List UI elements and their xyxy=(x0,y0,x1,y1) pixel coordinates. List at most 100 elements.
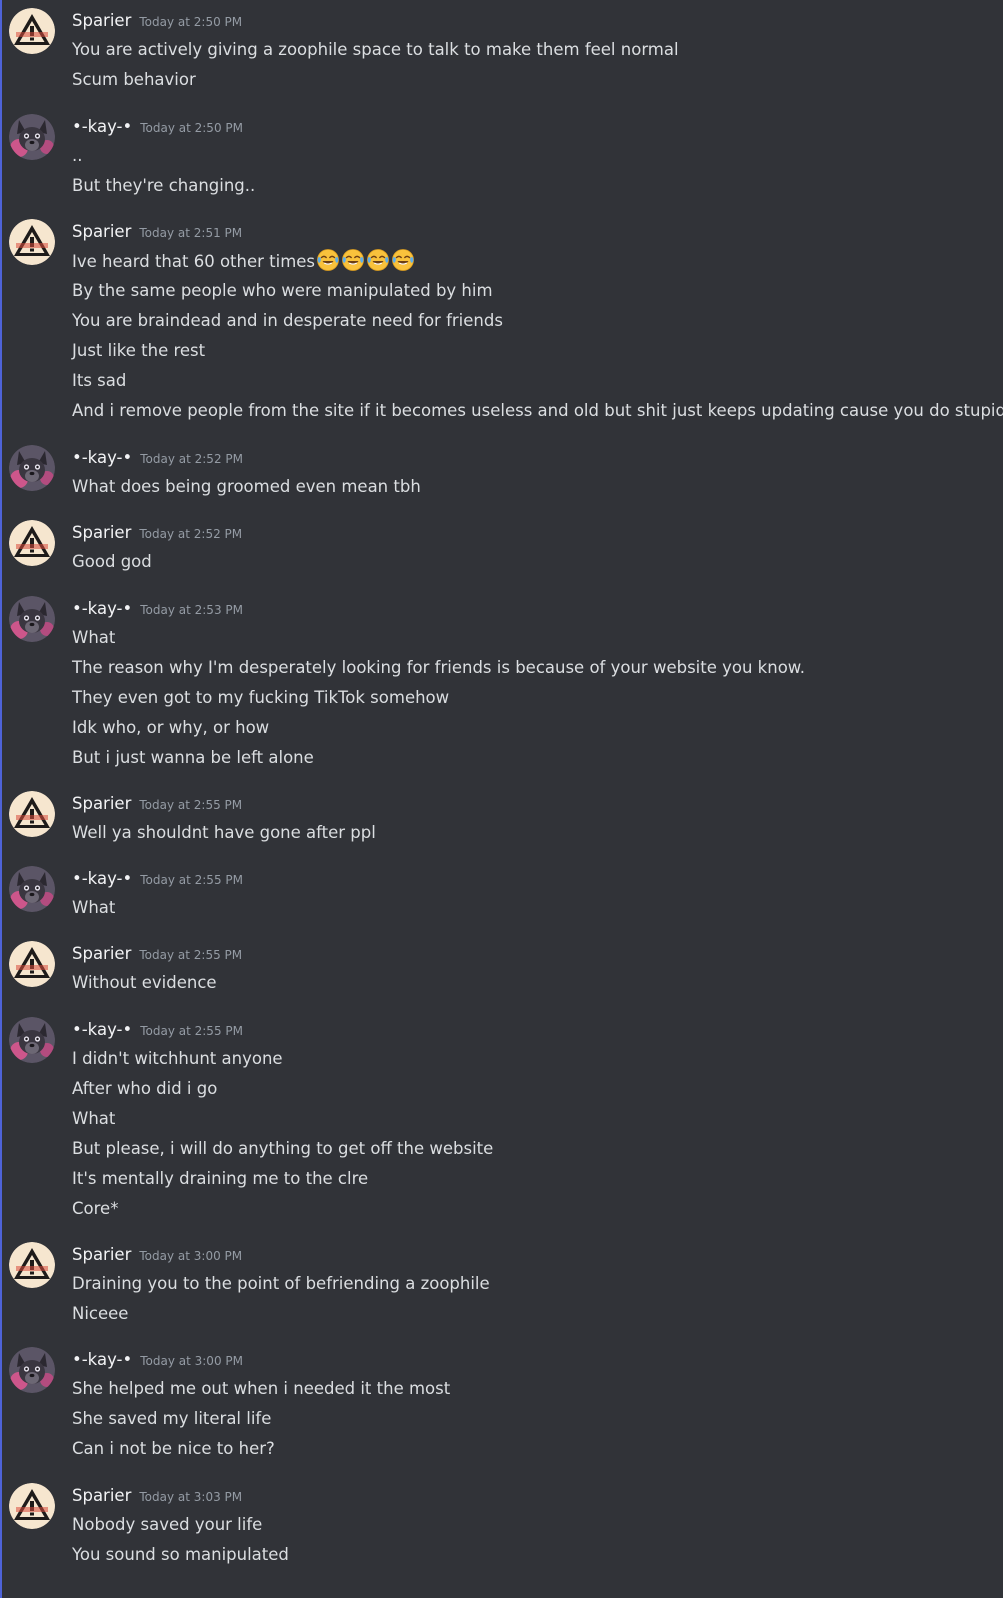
message-line: What xyxy=(72,1106,992,1136)
author-name[interactable]: Sparier xyxy=(72,11,131,30)
message-text: And i remove people from the site if it … xyxy=(72,401,1003,420)
wolf-avatar-icon[interactable] xyxy=(9,866,55,912)
message-line: She saved my literal life xyxy=(72,1406,992,1436)
message-text: She saved my literal life xyxy=(72,1409,272,1428)
message-timestamp: Today at 3:03 PM xyxy=(139,1490,243,1504)
message-line: Niceee xyxy=(72,1301,992,1331)
message-line: She helped me out when i needed it the m… xyxy=(72,1376,992,1406)
message-text: Just like the rest xyxy=(72,341,206,360)
message-body: She helped me out when i needed it the m… xyxy=(72,1376,992,1466)
message-line: By the same people who were manipulated … xyxy=(72,278,992,308)
wolf-avatar-icon[interactable] xyxy=(9,114,55,160)
message-line: What xyxy=(72,625,992,655)
message-text: Its sad xyxy=(72,371,127,390)
message-line: You sound so manipulated xyxy=(72,1542,992,1572)
message-text: But i just wanna be left alone xyxy=(72,748,314,767)
message-text: But they're changing.. xyxy=(72,176,256,195)
message-text: Nobody saved your life xyxy=(72,1515,263,1534)
message-text: Can i not be nice to her? xyxy=(72,1439,275,1458)
message-text: You sound so manipulated xyxy=(72,1545,289,1564)
message-line: What does being groomed even mean tbh xyxy=(72,474,992,504)
message-text: Niceee xyxy=(72,1304,129,1323)
warning-triangle-avatar-icon[interactable] xyxy=(9,1242,55,1288)
message-timestamp: Today at 2:53 PM xyxy=(140,603,243,617)
message-header: Sparier Today at 3:00 PM xyxy=(72,1242,242,1268)
message-body: I didn't witchhunt anyone After who did i… xyxy=(72,1046,992,1226)
wolf-avatar-icon[interactable] xyxy=(9,445,55,491)
message-body: Ive heard that 60 other times By the same… xyxy=(72,248,1003,428)
message-line: Scum behavior xyxy=(72,67,992,97)
message-header: Sparier Today at 3:03 PM xyxy=(72,1483,242,1509)
message-line: They even got to my fucking TikTok someh… xyxy=(72,685,992,715)
message-line: After who did i go xyxy=(72,1076,992,1106)
message-body: What does being groomed even mean tbh xyxy=(72,474,992,504)
message-text: You are actively giving a zoophile space… xyxy=(72,40,679,59)
message-text: Ive heard that 60 other times xyxy=(72,252,316,271)
message-timestamp: Today at 3:00 PM xyxy=(139,1249,243,1263)
message-header: •-kay-• Today at 2:53 PM xyxy=(72,596,243,622)
author-name[interactable]: Sparier xyxy=(72,1245,131,1264)
message-body: You are actively giving a zoophile space… xyxy=(72,37,992,97)
message-line: The reason why I'm desperately looking f… xyxy=(72,655,992,685)
message-text: Idk who, or why, or how xyxy=(72,718,270,737)
message-timestamp: Today at 2:52 PM xyxy=(140,452,243,466)
message-text: By the same people who were manipulated … xyxy=(72,281,493,300)
chat-message-list[interactable]: Sparier Today at 2:50 PM You are actively … xyxy=(0,0,1003,1598)
author-name[interactable]: Sparier xyxy=(72,944,131,963)
message-line: And i remove people from the site if it … xyxy=(72,398,1003,428)
message-body: Draining you to the point of befriending… xyxy=(72,1271,992,1331)
message-line: What xyxy=(72,895,992,925)
message-header: Sparier Today at 2:55 PM xyxy=(72,941,242,967)
message-line: It's mentally draining me to the clre xyxy=(72,1166,992,1196)
message-header: •-kay-• Today at 3:00 PM xyxy=(72,1347,243,1373)
message-timestamp: Today at 2:55 PM xyxy=(139,798,243,812)
author-name[interactable]: •-kay-• xyxy=(72,1350,132,1369)
author-name[interactable]: •-kay-• xyxy=(72,599,132,618)
message-line: Can i not be nice to her? xyxy=(72,1436,992,1466)
message-body: .. But they're changing.. xyxy=(72,143,992,203)
message-line: Ive heard that 60 other times xyxy=(72,248,992,278)
message-line: Nobody saved your life xyxy=(72,1512,992,1542)
message-timestamp: Today at 2:55 PM xyxy=(140,873,243,887)
warning-triangle-avatar-icon[interactable] xyxy=(9,1483,55,1529)
message-header: •-kay-• Today at 2:55 PM xyxy=(72,1017,243,1043)
message-timestamp: Today at 2:52 PM xyxy=(139,527,243,541)
author-name[interactable]: Sparier xyxy=(72,1486,131,1505)
joy-emoji xyxy=(341,248,365,280)
message-text: Draining you to the point of befriending… xyxy=(72,1274,490,1293)
author-name[interactable]: •-kay-• xyxy=(72,117,132,136)
message-text: Core* xyxy=(72,1199,119,1218)
message-header: •-kay-• Today at 2:52 PM xyxy=(72,445,243,471)
wolf-avatar-icon[interactable] xyxy=(9,1347,55,1393)
message-line: You are braindead and in desperate need … xyxy=(72,308,992,338)
wolf-avatar-icon[interactable] xyxy=(9,1017,55,1063)
warning-triangle-avatar-icon[interactable] xyxy=(9,941,55,987)
warning-triangle-avatar-icon[interactable] xyxy=(9,8,55,54)
message-text: Well ya shouldnt have gone after ppl xyxy=(72,823,376,842)
wolf-avatar-icon[interactable] xyxy=(9,596,55,642)
message-text: The reason why I'm desperately looking f… xyxy=(72,658,806,677)
author-name[interactable]: Sparier xyxy=(72,523,131,542)
author-name[interactable]: •-kay-• xyxy=(72,448,132,467)
joy-emoji xyxy=(391,248,415,280)
author-name[interactable]: Sparier xyxy=(72,794,131,813)
message-header: Sparier Today at 2:51 PM xyxy=(72,219,242,245)
message-timestamp: Today at 2:50 PM xyxy=(140,121,243,135)
message-text: But please, i will do anything to get of… xyxy=(72,1139,494,1158)
message-line: Idk who, or why, or how xyxy=(72,715,992,745)
message-text: Good god xyxy=(72,552,152,571)
author-name[interactable]: •-kay-• xyxy=(72,1020,132,1039)
message-line: But they're changing.. xyxy=(72,173,992,203)
message-text: She helped me out when i needed it the m… xyxy=(72,1379,451,1398)
message-line: I didn't witchhunt anyone xyxy=(72,1046,992,1076)
author-name[interactable]: •-kay-• xyxy=(72,869,132,888)
message-text: Scum behavior xyxy=(72,70,196,89)
warning-triangle-avatar-icon[interactable] xyxy=(9,520,55,566)
warning-triangle-avatar-icon[interactable] xyxy=(9,791,55,837)
message-text: You are braindead and in desperate need … xyxy=(72,311,503,330)
warning-triangle-avatar-icon[interactable] xyxy=(9,219,55,265)
message-text: What does being groomed even mean tbh xyxy=(72,477,421,496)
message-text: .. xyxy=(72,146,83,165)
message-body: Good god xyxy=(72,549,992,579)
author-name[interactable]: Sparier xyxy=(72,222,131,241)
